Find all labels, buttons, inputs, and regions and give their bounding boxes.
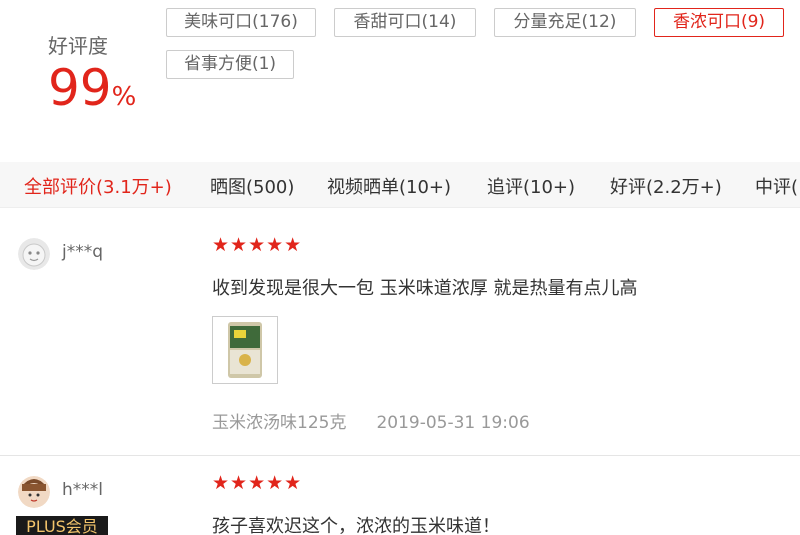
review-divider: [0, 455, 800, 456]
rating-number: 99: [48, 59, 112, 117]
review-text: 孩子喜欢迟这个，浓浓的玉米味道！: [212, 516, 500, 535]
tab-positive[interactable]: 好评(2.2万+): [610, 173, 722, 199]
username: h***l: [62, 480, 103, 500]
tag-item[interactable]: 美味可口(176): [166, 8, 316, 37]
plus-member-badge: PLUS会员: [16, 516, 108, 535]
tab-photos[interactable]: 晒图(500): [210, 173, 294, 199]
tab-follow-up[interactable]: 追评(10+): [487, 173, 575, 199]
tab-all-reviews[interactable]: 全部评价(3.1万+): [24, 173, 172, 199]
review-meta: 玉米浓汤味125克 2019-05-31 19:06: [212, 408, 530, 433]
tag-item[interactable]: 香甜可口(14): [334, 8, 476, 37]
star-rating: ★★★★★: [212, 234, 303, 256]
tag-item[interactable]: 分量充足(12): [494, 8, 636, 37]
rating-unit: %: [111, 82, 137, 112]
tag-item[interactable]: 省事方便(1): [166, 50, 294, 79]
review-photo-thumbnail[interactable]: [212, 316, 278, 384]
tab-neutral[interactable]: 中评(: [755, 173, 798, 199]
review-date: 2019-05-31 19:06: [376, 413, 530, 433]
review-text: 收到发现是很大一包 玉米味道浓厚 就是热量有点儿高: [212, 278, 638, 299]
user-avatar-icon: [18, 476, 50, 508]
username: j***q: [62, 242, 104, 262]
default-avatar-icon: [18, 238, 50, 270]
avatar[interactable]: [18, 238, 50, 270]
snack-package-photo-icon: [228, 322, 262, 378]
tag-item-active[interactable]: 香浓可口(9): [654, 8, 784, 37]
product-variant: 玉米浓汤味125克: [212, 413, 347, 433]
review-filter-tabs: 全部评价(3.1万+) 晒图(500) 视频晒单(10+) 追评(10+) 好评…: [0, 162, 800, 208]
star-rating: ★★★★★: [212, 472, 303, 494]
rating-percentage: 99%: [48, 58, 136, 118]
rating-label: 好评度: [48, 34, 108, 58]
tab-video-reviews[interactable]: 视频晒单(10+): [327, 173, 451, 199]
avatar[interactable]: [18, 476, 50, 508]
